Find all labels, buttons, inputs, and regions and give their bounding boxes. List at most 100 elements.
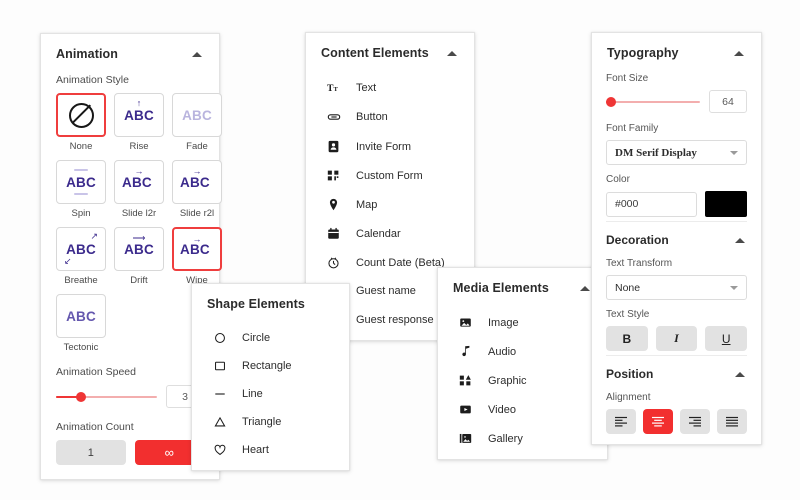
bold-button[interactable]: B — [606, 326, 648, 351]
animation-speed-slider[interactable] — [56, 390, 157, 404]
animation-speed-row: 3 — [56, 385, 204, 408]
color-hex-input[interactable]: #000 — [606, 191, 697, 217]
list-item-label: Heart — [242, 444, 269, 456]
animation-tile[interactable]: ↗ ABC ↙ — [56, 227, 106, 271]
animation-panel-header[interactable]: Animation — [41, 34, 219, 72]
content-elements-header[interactable]: Content Elements — [306, 33, 474, 71]
underline-button[interactable]: U — [705, 326, 748, 351]
gallery-icon — [458, 432, 473, 445]
animation-style-label-text: Tectonic — [63, 342, 99, 353]
list-item-label: Count Date (Beta) — [356, 256, 445, 269]
font-size-slider[interactable] — [605, 95, 700, 109]
animation-tile[interactable]: ABC — [172, 93, 222, 137]
animation-style-option-rise[interactable]: ↑ ABC Rise — [114, 93, 164, 152]
animation-style-option-tectonic[interactable]: ABC Tectonic — [56, 294, 106, 353]
italic-button[interactable]: I — [655, 326, 698, 351]
slider-knob[interactable] — [605, 96, 616, 107]
circle-icon — [212, 332, 227, 344]
abc-preview-text: ABC — [66, 241, 96, 257]
position-title: Position — [606, 367, 654, 381]
align-left-button[interactable] — [606, 409, 636, 434]
arrow-right-icon: → — [192, 166, 202, 176]
animation-style-option-slide-l2r[interactable]: → ABC Slide l2r — [114, 160, 164, 219]
list-item-text[interactable]: TT Text — [306, 73, 474, 102]
animation-style-option-fade[interactable]: ABC Fade — [172, 93, 222, 152]
list-item-graphic[interactable]: Graphic — [438, 366, 607, 395]
animation-tile[interactable]: → ABC — [172, 227, 222, 271]
list-item-image[interactable]: Image — [438, 308, 607, 337]
chevron-up-icon[interactable] — [580, 285, 590, 291]
chevron-up-icon[interactable] — [447, 50, 457, 56]
list-item-label: Graphic — [488, 374, 527, 387]
chevron-down-icon — [730, 285, 738, 290]
list-item-label: Custom Form — [356, 169, 423, 182]
list-item-rectangle[interactable]: Rectangle — [192, 352, 349, 380]
align-right-button[interactable] — [680, 409, 710, 434]
list-item-label: Map — [356, 198, 378, 211]
animation-style-option-wipe[interactable]: → ABC Wipe — [172, 227, 222, 286]
map-pin-icon — [326, 198, 341, 211]
list-item-custom-form[interactable]: Custom Form — [306, 161, 474, 190]
chevron-up-icon[interactable] — [192, 51, 202, 57]
list-item-calendar[interactable]: Calendar — [306, 219, 474, 248]
animation-tile[interactable]: → ABC — [114, 160, 164, 204]
animation-style-label-text: Rise — [129, 141, 149, 152]
list-item-line[interactable]: Line — [192, 380, 349, 408]
media-elements-header[interactable]: Media Elements — [438, 268, 607, 306]
chevron-up-icon[interactable] — [735, 371, 745, 377]
font-size-value[interactable]: 64 — [709, 90, 747, 113]
chevron-up-icon[interactable] — [735, 237, 745, 243]
abc-preview-text: ABC — [66, 174, 96, 190]
shape-elements-title: Shape Elements — [207, 297, 305, 311]
no-entry-icon — [68, 102, 94, 128]
chevron-up-icon[interactable] — [734, 50, 744, 56]
list-item-triangle[interactable]: Triangle — [192, 408, 349, 436]
list-item-heart[interactable]: Heart — [192, 436, 349, 464]
alignment-buttons — [606, 409, 747, 434]
font-size-label: Font Size — [606, 73, 649, 84]
animation-style-option-slide-r2l[interactable]: → ABC Slide r2l — [172, 160, 222, 219]
list-item-circle[interactable]: Circle — [192, 324, 349, 352]
decoration-section-header[interactable]: Decoration — [606, 221, 747, 256]
spin-bottom-bar-icon — [74, 193, 88, 195]
animation-tile[interactable]: ↑ ABC — [114, 93, 164, 137]
arrow-up-icon: ↑ — [136, 98, 142, 108]
animation-tile[interactable] — [56, 93, 106, 137]
list-item-audio[interactable]: Audio — [438, 337, 607, 366]
list-item-label: Video — [488, 403, 516, 416]
list-item-label: Audio — [488, 345, 517, 358]
list-item-video[interactable]: Video — [438, 395, 607, 424]
list-item-map[interactable]: Map — [306, 190, 474, 219]
list-item-gallery[interactable]: Gallery — [438, 424, 607, 453]
list-item-invite-form[interactable]: Invite Form — [306, 132, 474, 161]
animation-tile[interactable]: ⟶ ABC — [114, 227, 164, 271]
typography-panel-header[interactable]: Typography — [592, 33, 761, 71]
color-row: #000 — [606, 191, 747, 217]
chevron-down-icon — [730, 150, 738, 155]
animation-style-label-text: Slide l2r — [121, 208, 157, 219]
animation-tile[interactable]: ABC — [56, 294, 106, 338]
music-note-icon — [458, 345, 473, 358]
font-family-select[interactable]: DM Serif Display — [606, 140, 747, 165]
slider-knob[interactable] — [76, 391, 87, 402]
arrow-up-right-icon: ↗ — [90, 231, 98, 241]
animation-style-option-breathe[interactable]: ↗ ABC ↙ Breathe — [56, 227, 106, 286]
animation-style-grid: None ↑ ABC Rise ABC Fade ABC Spin → ABC … — [56, 93, 222, 353]
list-item-button[interactable]: Button — [306, 102, 474, 132]
text-transform-select[interactable]: None — [606, 275, 747, 300]
animation-tile[interactable]: ABC — [56, 160, 106, 204]
slider-track — [606, 100, 700, 103]
animation-style-option-spin[interactable]: ABC Spin — [56, 160, 106, 219]
color-swatch[interactable] — [705, 191, 747, 217]
position-section-header[interactable]: Position — [606, 355, 747, 390]
clock-icon — [326, 256, 341, 269]
animation-tile[interactable]: → ABC — [172, 160, 222, 204]
animation-count-once-button[interactable]: 1 — [56, 440, 126, 465]
shape-elements-header[interactable]: Shape Elements — [192, 284, 349, 322]
font-family-label: Font Family — [606, 123, 659, 134]
animation-style-option-none[interactable]: None — [56, 93, 106, 152]
animation-count-row: 1 ∞ — [56, 440, 204, 465]
animation-style-option-drift[interactable]: ⟶ ABC Drift — [114, 227, 164, 286]
align-justify-button[interactable] — [717, 409, 747, 434]
align-center-button[interactable] — [643, 409, 673, 434]
